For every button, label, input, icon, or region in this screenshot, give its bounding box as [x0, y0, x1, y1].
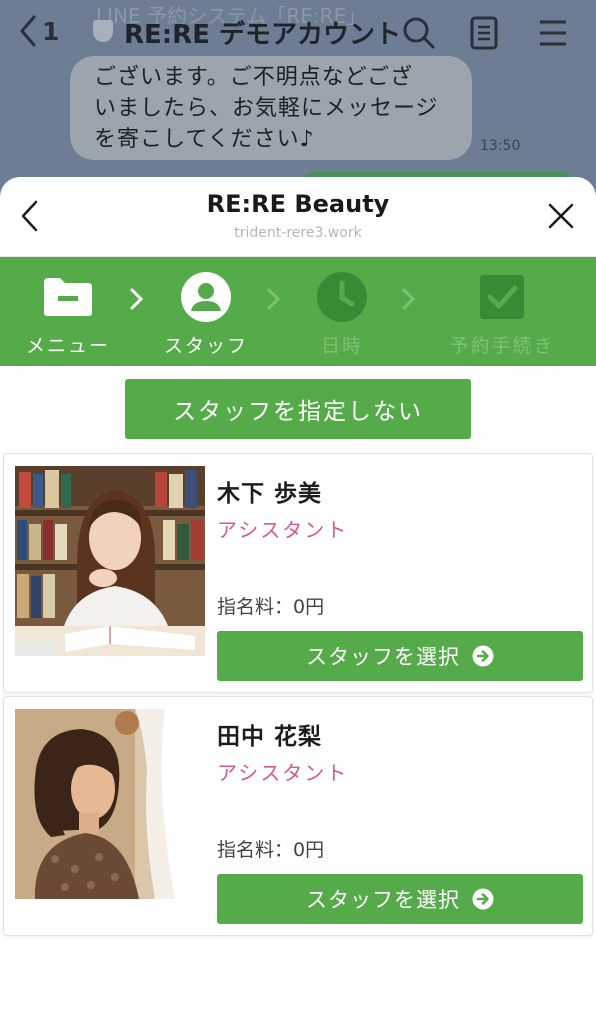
- no-preference-button[interactable]: スタッフを指定しない: [125, 379, 471, 439]
- select-staff-label: スタッフを選択: [306, 888, 460, 912]
- notes-icon[interactable]: [470, 16, 498, 50]
- staff-role: アシスタント: [217, 518, 349, 542]
- select-staff-label: スタッフを選択: [306, 645, 460, 669]
- staff-role: アシスタント: [217, 761, 349, 785]
- chat-title: RE:RE デモアカウント: [124, 20, 402, 50]
- folder-icon: [44, 278, 92, 316]
- sheet-url: trident-rere3.work: [234, 225, 362, 241]
- arrow-circle-right-icon: [472, 888, 494, 910]
- chevron-left-icon: [20, 15, 36, 47]
- staff-fee: 指名料：0円: [217, 596, 325, 618]
- chevron-right-icon: [267, 288, 281, 310]
- chat-header: 1 RE:RE デモアカウント: [0, 0, 596, 66]
- staff-name: 田中 花梨: [217, 724, 323, 750]
- staff-name: 木下 歩美: [217, 481, 323, 507]
- close-icon[interactable]: [546, 201, 576, 231]
- step-menu[interactable]: メニュー: [8, 271, 128, 358]
- shield-icon: [93, 20, 113, 42]
- staff-card: 木下 歩美 アシスタント 指名料：0円 スタッフを選択: [3, 453, 593, 693]
- booking-steps: メニュー スタッフ 日時 予約手続き: [0, 257, 596, 366]
- staff-card: 田中 花梨 アシスタント 指名料：0円 スタッフを選択: [3, 696, 593, 936]
- user-icon: [181, 272, 231, 322]
- checkbox-icon: [480, 275, 524, 319]
- chat-back-button[interactable]: 1: [18, 14, 59, 48]
- step-label: メニュー: [25, 335, 110, 357]
- step-datetime[interactable]: 日時: [282, 271, 402, 358]
- chat-message-text: ございます。ご不明点などござ いましたら、お気軽にメッセージ を寄こしてください…: [94, 65, 439, 152]
- staff-fee: 指名料：0円: [217, 839, 325, 861]
- step-staff[interactable]: スタッフ: [146, 271, 266, 358]
- staff-photo: [15, 466, 205, 656]
- menu-icon[interactable]: [538, 16, 568, 50]
- search-icon[interactable]: [402, 16, 436, 50]
- chat-message-bubble[interactable]: ございます。ご不明点などござ いましたら、お気軽にメッセージ を寄こしてください…: [70, 56, 472, 160]
- chevron-right-icon: [402, 288, 416, 310]
- clock-icon: [317, 272, 367, 322]
- step-label: スタッフ: [163, 335, 248, 357]
- step-label: 予約手続き: [449, 335, 555, 357]
- liff-sheet: RE:RE Beauty trident-rere3.work メニュー スタッ…: [0, 177, 596, 1024]
- arrow-circle-right-icon: [472, 645, 494, 667]
- chat-message-time: 13:50: [480, 138, 521, 154]
- sheet-header: RE:RE Beauty trident-rere3.work: [0, 177, 596, 257]
- step-checkout[interactable]: 予約手続き: [442, 271, 562, 358]
- select-staff-button[interactable]: スタッフを選択: [217, 874, 583, 924]
- chevron-right-icon: [130, 288, 144, 310]
- staff-photo: [15, 709, 205, 899]
- chat-background: LINE 予約システム「RE:RE」 ございます。ご不明点などござ いましたら、…: [0, 0, 596, 200]
- sheet-title: RE:RE Beauty: [206, 190, 390, 218]
- select-staff-button[interactable]: スタッフを選択: [217, 631, 583, 681]
- step-label: 日時: [320, 335, 363, 357]
- unread-count: 1: [42, 16, 60, 46]
